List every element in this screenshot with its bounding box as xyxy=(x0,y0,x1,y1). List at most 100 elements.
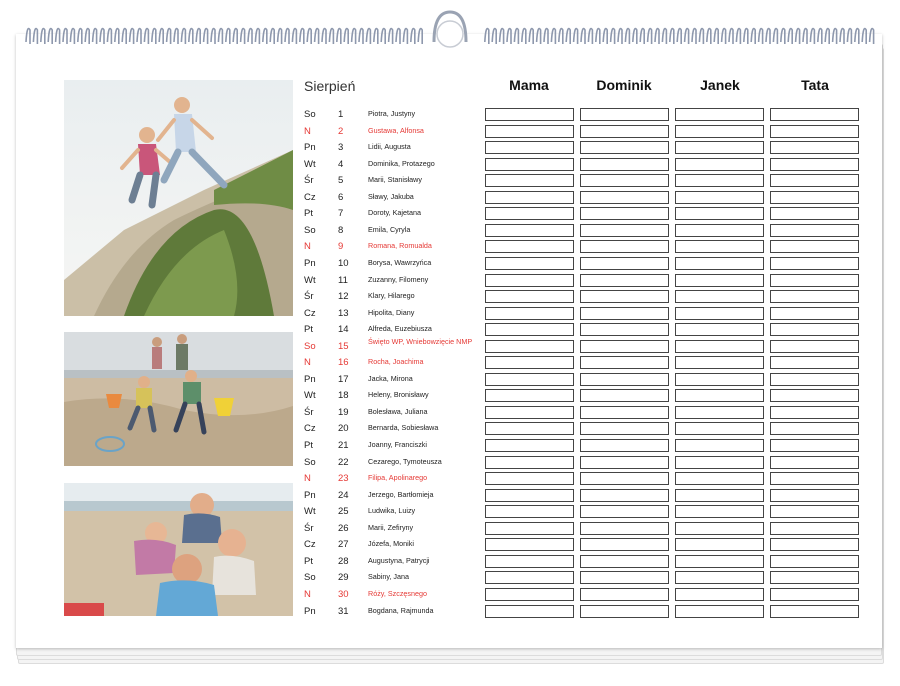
entry-box-mama[interactable] xyxy=(485,455,574,469)
entry-box-dominik[interactable] xyxy=(580,472,669,486)
entry-box-mama[interactable] xyxy=(485,538,574,552)
entry-box-dominik[interactable] xyxy=(580,157,669,171)
entry-box-tata[interactable] xyxy=(770,174,859,188)
entry-box-mama[interactable] xyxy=(485,323,574,337)
entry-box-dominik[interactable] xyxy=(580,422,669,436)
entry-box-janek[interactable] xyxy=(675,174,764,188)
entry-box-tata[interactable] xyxy=(770,604,859,618)
entry-box-janek[interactable] xyxy=(675,439,764,452)
entry-box-mama[interactable] xyxy=(485,207,574,221)
entry-box-tata[interactable] xyxy=(770,538,859,552)
entry-box-mama[interactable] xyxy=(485,472,574,486)
entry-box-janek[interactable] xyxy=(675,372,764,386)
entry-box-janek[interactable] xyxy=(675,505,764,519)
entry-box-dominik[interactable] xyxy=(580,256,669,270)
entry-box-tata[interactable] xyxy=(770,455,859,469)
entry-box-mama[interactable] xyxy=(485,306,574,320)
entry-box-dominik[interactable] xyxy=(580,554,669,568)
entry-box-tata[interactable] xyxy=(770,323,859,337)
entry-box-janek[interactable] xyxy=(675,141,764,155)
entry-box-janek[interactable] xyxy=(675,488,764,502)
entry-box-janek[interactable] xyxy=(675,405,764,419)
entry-box-tata[interactable] xyxy=(770,223,859,237)
entry-box-dominik[interactable] xyxy=(580,124,669,138)
entry-box-dominik[interactable] xyxy=(580,455,669,469)
entry-box-janek[interactable] xyxy=(675,273,764,287)
entry-box-tata[interactable] xyxy=(770,290,859,304)
entry-box-dominik[interactable] xyxy=(580,389,669,403)
entry-box-janek[interactable] xyxy=(675,240,764,254)
entry-box-janek[interactable] xyxy=(675,571,764,585)
entry-box-mama[interactable] xyxy=(485,339,574,353)
entry-box-dominik[interactable] xyxy=(580,207,669,221)
entry-box-janek[interactable] xyxy=(675,207,764,221)
entry-box-dominik[interactable] xyxy=(580,356,669,370)
entry-box-mama[interactable] xyxy=(485,240,574,254)
entry-box-dominik[interactable] xyxy=(580,505,669,519)
entry-box-mama[interactable] xyxy=(485,124,574,138)
entry-box-dominik[interactable] xyxy=(580,240,669,254)
entry-box-mama[interactable] xyxy=(485,521,574,535)
entry-box-tata[interactable] xyxy=(770,488,859,502)
entry-box-dominik[interactable] xyxy=(580,604,669,618)
entry-box-dominik[interactable] xyxy=(580,108,669,121)
entry-box-tata[interactable] xyxy=(770,571,859,585)
entry-box-dominik[interactable] xyxy=(580,306,669,320)
entry-box-mama[interactable] xyxy=(485,587,574,601)
entry-box-tata[interactable] xyxy=(770,157,859,171)
entry-box-janek[interactable] xyxy=(675,256,764,270)
entry-box-dominik[interactable] xyxy=(580,439,669,452)
entry-box-tata[interactable] xyxy=(770,505,859,519)
entry-box-dominik[interactable] xyxy=(580,521,669,535)
entry-box-dominik[interactable] xyxy=(580,538,669,552)
entry-box-janek[interactable] xyxy=(675,356,764,370)
entry-box-mama[interactable] xyxy=(485,422,574,436)
entry-box-tata[interactable] xyxy=(770,554,859,568)
entry-box-mama[interactable] xyxy=(485,141,574,155)
entry-box-dominik[interactable] xyxy=(580,141,669,155)
entry-box-dominik[interactable] xyxy=(580,405,669,419)
entry-box-dominik[interactable] xyxy=(580,339,669,353)
entry-box-mama[interactable] xyxy=(485,554,574,568)
entry-box-tata[interactable] xyxy=(770,273,859,287)
entry-box-mama[interactable] xyxy=(485,372,574,386)
entry-box-mama[interactable] xyxy=(485,108,574,121)
entry-box-janek[interactable] xyxy=(675,124,764,138)
entry-box-janek[interactable] xyxy=(675,604,764,618)
entry-box-mama[interactable] xyxy=(485,290,574,304)
entry-box-tata[interactable] xyxy=(770,124,859,138)
entry-box-mama[interactable] xyxy=(485,405,574,419)
entry-box-mama[interactable] xyxy=(485,223,574,237)
entry-box-tata[interactable] xyxy=(770,256,859,270)
entry-box-janek[interactable] xyxy=(675,157,764,171)
entry-box-janek[interactable] xyxy=(675,339,764,353)
entry-box-janek[interactable] xyxy=(675,455,764,469)
entry-box-janek[interactable] xyxy=(675,223,764,237)
entry-box-tata[interactable] xyxy=(770,306,859,320)
entry-box-mama[interactable] xyxy=(485,604,574,618)
entry-box-janek[interactable] xyxy=(675,554,764,568)
entry-box-dominik[interactable] xyxy=(580,323,669,337)
entry-box-dominik[interactable] xyxy=(580,174,669,188)
entry-box-tata[interactable] xyxy=(770,108,859,121)
entry-box-janek[interactable] xyxy=(675,422,764,436)
entry-box-dominik[interactable] xyxy=(580,290,669,304)
entry-box-tata[interactable] xyxy=(770,472,859,486)
entry-box-tata[interactable] xyxy=(770,422,859,436)
entry-box-tata[interactable] xyxy=(770,240,859,254)
entry-box-mama[interactable] xyxy=(485,505,574,519)
entry-box-dominik[interactable] xyxy=(580,190,669,204)
entry-box-tata[interactable] xyxy=(770,587,859,601)
entry-box-tata[interactable] xyxy=(770,207,859,221)
entry-box-janek[interactable] xyxy=(675,323,764,337)
entry-box-janek[interactable] xyxy=(675,306,764,320)
entry-box-dominik[interactable] xyxy=(580,571,669,585)
entry-box-janek[interactable] xyxy=(675,290,764,304)
entry-box-tata[interactable] xyxy=(770,356,859,370)
entry-box-janek[interactable] xyxy=(675,108,764,121)
entry-box-tata[interactable] xyxy=(770,521,859,535)
entry-box-janek[interactable] xyxy=(675,389,764,403)
entry-box-mama[interactable] xyxy=(485,439,574,452)
entry-box-tata[interactable] xyxy=(770,190,859,204)
entry-box-janek[interactable] xyxy=(675,472,764,486)
